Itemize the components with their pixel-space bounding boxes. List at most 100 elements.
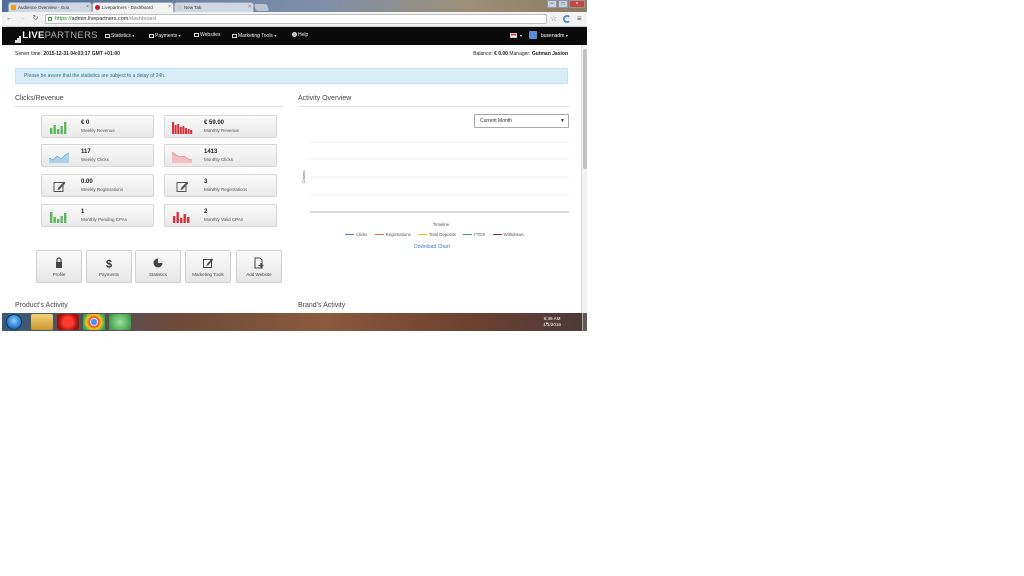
tab-livepartners-dashboard[interactable]: Livepartners - Dashboard × (92, 2, 174, 12)
url-input[interactable]: https://admin.livepartners.com/dashboard (45, 14, 547, 24)
close-tab-icon[interactable]: × (168, 3, 171, 12)
statistics-delay-alert: Please be aware that the statistics are … (15, 68, 568, 84)
nav-websites[interactable]: Websites (194, 32, 220, 39)
stat-value: € 0 (81, 120, 90, 126)
clock-date: 1/1/2016 (543, 322, 561, 327)
manager-value: Gutman Jaslon (531, 51, 568, 57)
close-tab-icon[interactable]: × (86, 3, 89, 12)
legend-label: Total Deposits (428, 232, 456, 237)
minimize-icon[interactable]: – (547, 0, 557, 8)
stat-weekly-revenue[interactable]: € 0 Weekly Revenue (41, 115, 154, 138)
start-button-icon[interactable] (6, 314, 22, 330)
caret-down-icon: ▾ (132, 33, 135, 38)
activity-chart: . . . . . Counts Timeline (301, 140, 569, 227)
quick-link-statistics[interactable]: Statistics (135, 250, 181, 283)
secure-lock-icon (48, 17, 52, 21)
stat-label: Monthly Registrations (204, 187, 248, 192)
nav-statistics[interactable]: Statistics ▾ (105, 32, 134, 40)
legend-label: Registrations (385, 232, 411, 237)
stat-monthly-clicks[interactable]: 1413 Monthly Clicks (164, 144, 277, 167)
new-tab-button[interactable] (253, 4, 270, 11)
svg-text:.: . (307, 140, 308, 144)
divider (15, 106, 283, 107)
tab-audience-overview[interactable]: Audience Overview - Goo × (8, 2, 92, 12)
close-window-icon[interactable]: × (569, 0, 585, 8)
language-caret[interactable]: ▾ (520, 32, 522, 40)
username: busenadm (541, 33, 565, 39)
stat-weekly-clicks[interactable]: 117 Weekly Clicks (41, 144, 154, 167)
stat-monthly-valid-cpas[interactable]: 2 Monthly Valid CPAs (164, 204, 277, 227)
legend-item-registrations[interactable]: Registrations (374, 232, 411, 237)
legend-item-withdraws[interactable]: Withdraws (492, 232, 524, 237)
url-host: admin.livepartners.com (71, 16, 129, 22)
url-path: /dashboard (128, 16, 156, 22)
stat-monthly-revenue[interactable]: € 59.00 Monthly Revenue (164, 115, 277, 138)
balance-info: Balance: € 0.00 Manager: Gutman Jaslon (473, 51, 568, 57)
stat-value: € 59.00 (204, 120, 225, 126)
legend-item-clicks[interactable]: Clicks (345, 232, 367, 237)
legend-item-total-deposits[interactable]: Total Deposits (417, 232, 456, 237)
nav-marketing-tools[interactable]: Marketing Tools ▾ (232, 32, 276, 40)
nav-label: Payments (155, 33, 178, 39)
edit-icon (203, 258, 214, 268)
stat-label: Monthly Clicks (204, 157, 234, 162)
brands-activity-title: Brand's Activity (298, 302, 346, 309)
taskbar-clock[interactable]: 8:39 AM 1/1/2016 (543, 316, 561, 328)
logo-bars-icon (15, 31, 21, 43)
forward-arrow-icon[interactable]: → (18, 14, 27, 24)
scrollbar-thumb[interactable] (583, 49, 587, 169)
lock-icon (56, 257, 62, 268)
page-scrollbar[interactable] (581, 45, 587, 313)
stat-label: Monthly Valid CPAs (204, 217, 244, 222)
user-avatar-icon[interactable] (529, 31, 537, 39)
nav-label: Statistics (111, 33, 132, 39)
url-scheme: https:// (55, 16, 72, 22)
stat-value: 3 (204, 179, 208, 185)
show-desktop-button[interactable] (582, 313, 587, 331)
stat-monthly-registrations[interactable]: 3 Monthly Registrations (164, 174, 277, 197)
payments-icon (149, 33, 154, 38)
download-chart-link[interactable]: Download Chart (414, 244, 450, 250)
legend-swatch (417, 233, 427, 235)
stat-weekly-registrations[interactable]: 0.00 Weekly Registrations (41, 174, 154, 197)
legend-swatch (492, 233, 502, 235)
stat-monthly-pending-cpas[interactable]: 1 Monthly Pending CPAs (41, 204, 154, 227)
file-explorer-icon[interactable] (31, 314, 53, 330)
period-select-value: Current Month (480, 118, 512, 124)
caret-down-icon: ▾ (274, 33, 277, 38)
quick-link-marketing-tools[interactable]: Marketing Tools (185, 250, 231, 283)
close-tab-icon[interactable]: × (248, 3, 251, 12)
chrome-icon[interactable] (83, 314, 105, 330)
logo-partners-text: PARTNERS (44, 30, 98, 41)
nav-payments[interactable]: Payments ▾ (149, 32, 181, 40)
livepartners-logo[interactable]: LIVEPARTNERS (15, 30, 98, 43)
quick-link-profile[interactable]: Profile (36, 250, 82, 283)
quick-link-label: Statistics (148, 272, 167, 277)
legend-swatch (345, 233, 354, 235)
quick-link-payments[interactable]: $ Payments (86, 250, 132, 283)
app-icon[interactable] (109, 314, 131, 330)
bar-chart-green-icon (50, 122, 67, 134)
tab-label: Livepartners - Dashboard (102, 5, 153, 10)
opera-icon[interactable] (57, 314, 79, 330)
stat-label: Monthly Pending CPAs (81, 217, 127, 222)
reload-icon[interactable]: ↻ (31, 14, 40, 24)
user-menu[interactable]: busenadm ▾ (541, 32, 568, 40)
maximize-icon[interactable]: □ (558, 0, 568, 8)
browser-menu-icon[interactable]: ≡ (577, 14, 582, 24)
quick-link-add-website[interactable]: Add Website (236, 250, 282, 283)
period-select[interactable]: Current Month ▼ (474, 114, 569, 128)
edit-icon (53, 181, 66, 192)
tab-new-tab[interactable]: New Tab × (174, 2, 254, 12)
server-time: Server time: 2015-12-31 04:03:17 GMT +01… (15, 51, 120, 57)
back-arrow-icon[interactable]: ← (5, 14, 14, 24)
stat-label: Weekly Revenue (81, 128, 115, 133)
clicks-revenue-title: Clicks/Revenue (15, 95, 64, 102)
stat-value: 1 (81, 209, 85, 215)
language-flag-icon[interactable] (510, 33, 517, 38)
nav-label: Help (298, 32, 309, 38)
bookmark-star-icon[interactable]: ☆ (550, 14, 557, 24)
extension-icon[interactable] (563, 15, 571, 23)
nav-help[interactable]: ? Help (292, 32, 308, 39)
legend-item-ftds[interactable]: FTDS (463, 232, 485, 237)
